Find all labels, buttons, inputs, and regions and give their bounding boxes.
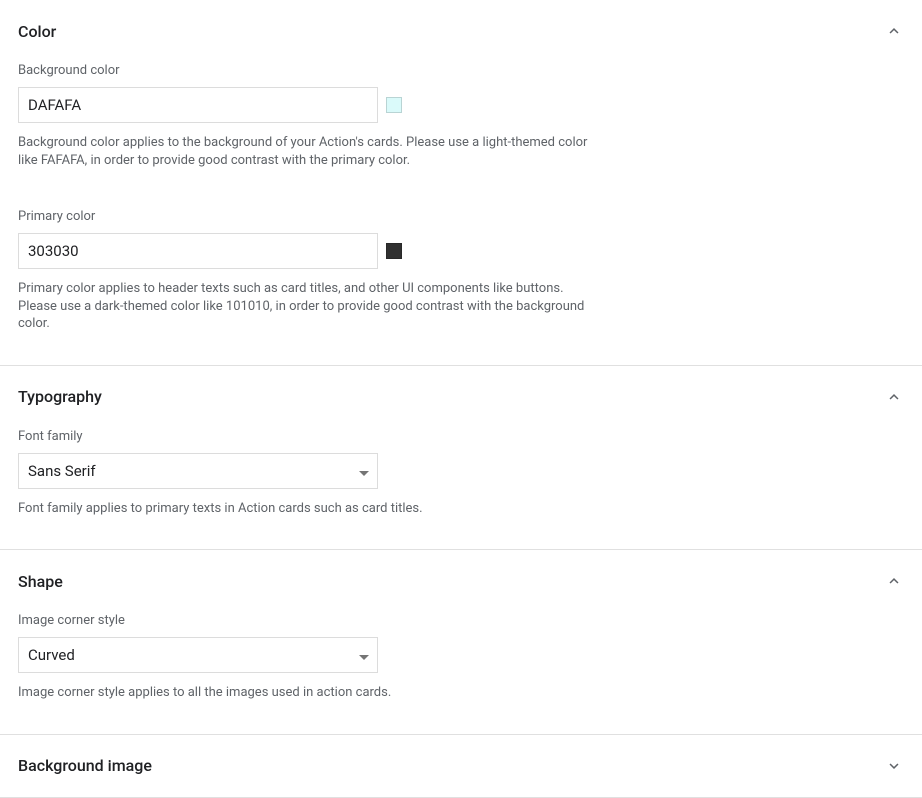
helper-background-color: Background color applies to the backgrou… xyxy=(18,134,590,169)
chevron-up-icon xyxy=(884,387,904,407)
field-background-color: Background color Background color applie… xyxy=(18,63,904,169)
helper-corner-style: Image corner style applies to all the im… xyxy=(18,684,590,702)
section-title-shape: Shape xyxy=(18,572,63,591)
chevron-up-icon xyxy=(884,21,904,41)
helper-primary-color: Primary color applies to header texts su… xyxy=(18,280,590,333)
section-header-typography[interactable]: Typography xyxy=(18,366,904,419)
section-typography: Typography Font family Font family appli… xyxy=(0,366,922,551)
chevron-up-icon xyxy=(884,571,904,591)
section-header-shape[interactable]: Shape xyxy=(18,550,904,603)
primary-color-swatch[interactable] xyxy=(386,243,402,259)
label-font-family: Font family xyxy=(18,429,904,444)
label-primary-color: Primary color xyxy=(18,209,904,224)
row-primary-color xyxy=(18,233,904,269)
section-title-typography: Typography xyxy=(18,387,102,406)
field-font-family: Font family Font family applies to prima… xyxy=(18,429,904,518)
label-corner-style: Image corner style xyxy=(18,613,904,628)
background-color-input[interactable] xyxy=(18,87,378,123)
corner-style-value[interactable] xyxy=(18,637,378,673)
row-background-color xyxy=(18,87,904,123)
section-title-color: Color xyxy=(18,22,56,41)
font-family-select[interactable] xyxy=(18,453,378,489)
section-background-image: Background image xyxy=(0,735,922,798)
background-color-swatch[interactable] xyxy=(386,97,402,113)
section-title-background-image: Background image xyxy=(18,756,152,775)
field-primary-color: Primary color Primary color applies to h… xyxy=(18,209,904,333)
section-shape: Shape Image corner style Image corner st… xyxy=(0,550,922,735)
helper-font-family: Font family applies to primary texts in … xyxy=(18,500,590,518)
section-header-color[interactable]: Color xyxy=(18,0,904,53)
chevron-down-icon xyxy=(884,756,904,776)
font-family-value[interactable] xyxy=(18,453,378,489)
primary-color-input[interactable] xyxy=(18,233,378,269)
label-background-color: Background color xyxy=(18,63,904,78)
section-color: Color Background color Background color … xyxy=(0,0,922,366)
corner-style-select[interactable] xyxy=(18,637,378,673)
section-header-background-image[interactable]: Background image xyxy=(18,735,904,797)
field-corner-style: Image corner style Image corner style ap… xyxy=(18,613,904,702)
